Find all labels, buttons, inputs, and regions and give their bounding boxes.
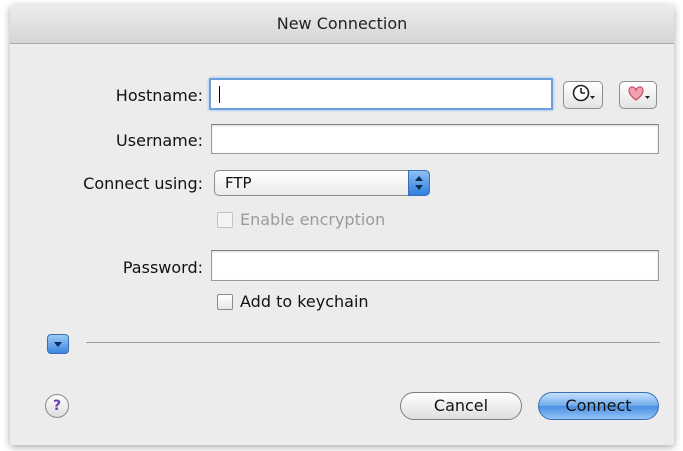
- hostname-field[interactable]: [209, 78, 553, 110]
- keychain-checkbox[interactable]: [217, 294, 233, 310]
- cancel-button[interactable]: Cancel: [400, 392, 522, 420]
- keychain-label: Add to keychain: [240, 292, 369, 311]
- history-button[interactable]: [563, 81, 603, 109]
- help-button[interactable]: ?: [45, 394, 69, 418]
- help-icon: ?: [52, 398, 62, 414]
- new-connection-dialog: New Connection Hostname: Username: Conne…: [10, 5, 674, 445]
- separator: [86, 342, 660, 343]
- username-field[interactable]: [211, 124, 659, 154]
- username-label: Username:: [116, 131, 203, 150]
- dialog-content: Hostname: Username: Connect using: FTP E…: [10, 44, 674, 445]
- clock-icon: [570, 83, 596, 107]
- hostname-label: Hostname:: [115, 86, 203, 105]
- password-field[interactable]: [211, 250, 659, 281]
- connect-using-label: Connect using:: [83, 174, 203, 193]
- protocol-popup[interactable]: FTP: [214, 170, 430, 196]
- heart-icon: [625, 83, 651, 107]
- popup-arrows-icon: [408, 170, 430, 196]
- connect-button[interactable]: Connect: [538, 392, 659, 420]
- disclosure-button[interactable]: [47, 334, 69, 354]
- protocol-selected: FTP: [225, 174, 252, 192]
- encryption-checkbox[interactable]: [217, 212, 233, 228]
- encryption-label: Enable encryption: [240, 210, 386, 229]
- window-title: New Connection: [10, 5, 674, 44]
- password-label: Password:: [122, 258, 203, 277]
- bookmarks-button[interactable]: [619, 81, 657, 109]
- text-caret: [219, 86, 220, 103]
